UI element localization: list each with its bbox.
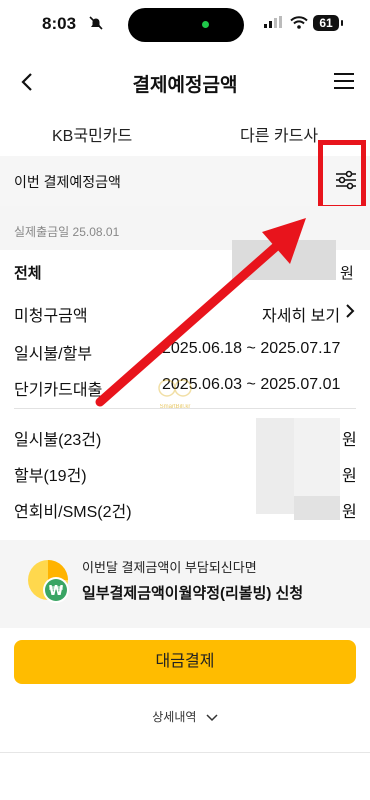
annual-fee-unit: 원	[342, 504, 357, 521]
chevron-down-icon	[206, 714, 218, 721]
annual-fee-label: 연회비/SMS(2건)	[14, 504, 132, 521]
battery-indicator: 61	[313, 15, 339, 31]
cellular-signal-icon	[264, 16, 282, 28]
revolving-apply-link[interactable]: 일부결제금액이월약정(리볼빙) 신청	[82, 582, 303, 603]
chevron-right-icon	[346, 304, 355, 318]
banner-subtitle: 이번달 결제금액이 부담되신다면	[82, 560, 257, 575]
tab-other-card[interactable]: 다른 카드사	[240, 122, 318, 146]
installment-label: 할부(19건)	[14, 468, 87, 485]
details-toggle[interactable]: 상세내역	[0, 708, 370, 725]
tab-kb-card[interactable]: KB국민카드	[52, 122, 132, 146]
total-amount-masked	[232, 240, 336, 280]
battery-tip	[341, 20, 343, 26]
installment-unit: 원	[342, 468, 357, 485]
short-term-loan-label: 단기카드대출	[14, 382, 103, 399]
coin-won-icon: ₩	[28, 560, 69, 603]
withdraw-date: 실제출금일 25.08.01	[14, 225, 120, 239]
svg-text:₩: ₩	[49, 584, 64, 599]
total-label: 전체	[14, 265, 42, 282]
camera-indicator-icon	[202, 21, 209, 28]
amount-mask	[294, 496, 340, 520]
details-toggle-label: 상세내역	[152, 710, 197, 724]
highlight-box	[318, 140, 366, 210]
lump-sum-unit: 원	[342, 432, 357, 449]
view-details-link[interactable]: 자세히 보기	[262, 302, 340, 326]
hamburger-menu-icon[interactable]	[334, 72, 354, 90]
pay-bill-button[interactable]: 대금결제	[14, 640, 356, 684]
amount-mask	[256, 418, 294, 514]
lump-installment-period: 2025.06.18 ~ 2025.07.17	[162, 340, 341, 357]
dynamic-island	[128, 8, 244, 42]
total-unit: 원	[340, 265, 354, 282]
watermark-logo	[158, 379, 192, 397]
lump-installment-label: 일시불/할부	[14, 346, 93, 363]
section-title: 이번 결제예정금액	[14, 174, 121, 190]
bottom-divider	[0, 752, 370, 753]
wifi-icon	[290, 16, 308, 29]
status-time: 8:03	[42, 14, 77, 33]
watermark-text: SmartBill.kr	[159, 404, 191, 410]
divider	[14, 408, 356, 409]
amount-mask	[294, 418, 340, 496]
lump-sum-label: 일시불(23건)	[14, 432, 102, 449]
unbilled-label: 미청구금액	[14, 308, 88, 325]
page-title: 결제예정금액	[132, 75, 238, 96]
bell-slash-icon	[89, 16, 103, 30]
